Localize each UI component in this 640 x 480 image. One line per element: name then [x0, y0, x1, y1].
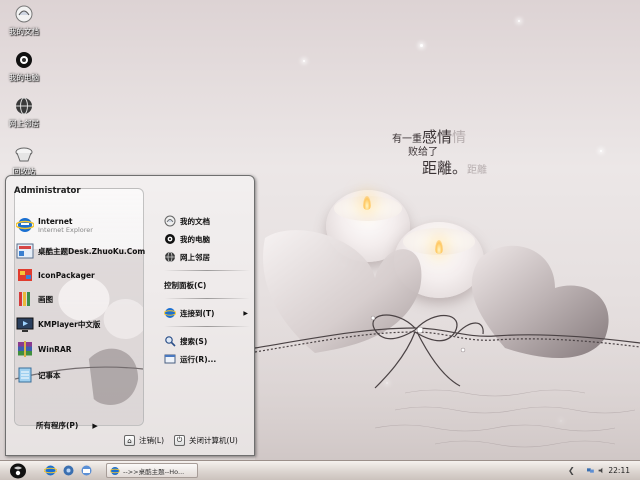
desktop-icon-label: 我的电脑	[9, 73, 39, 82]
place-my-documents[interactable]: 我的文档	[164, 212, 250, 230]
control-panel-item[interactable]: 控制面板(C)	[164, 276, 250, 294]
start-menu-username: Administrator	[14, 186, 81, 196]
poem-text: 感情	[422, 128, 453, 146]
place-label: 我的文档	[180, 216, 210, 226]
start-menu-places-panel: 我的文档 我的电脑 网上邻居 控制面板(C) 连接到(T) ▶ 搜索(S) 运行…	[164, 212, 250, 368]
sparkle	[420, 44, 423, 47]
my-computer-icon	[165, 234, 175, 244]
menu-separator	[164, 298, 250, 299]
desktop-icon-my-computer[interactable]: 我的电脑	[4, 50, 44, 83]
menu-separator	[164, 270, 250, 271]
taskbar-window-button[interactable]: -->>桌酷主题--Ho...	[106, 463, 198, 478]
poem-ghost-text: 情	[452, 130, 467, 146]
logoff-icon: ⌂	[124, 435, 135, 446]
shutdown-button[interactable]: ⏻ 关闭计算机(U)	[174, 435, 238, 446]
desktop-icon-network-places[interactable]: 网上邻居	[4, 96, 44, 129]
connect-to-item[interactable]: 连接到(T) ▶	[164, 304, 250, 322]
notepad-icon	[18, 367, 32, 383]
volume-icon[interactable]	[598, 465, 605, 476]
internet-explorer-icon	[16, 218, 34, 232]
taskbar: -->>桌酷主题--Ho... ❮ 22:11	[0, 460, 640, 480]
taskbar-window-label: -->>桌酷主题--Ho...	[123, 467, 185, 476]
program-label: 画图	[38, 294, 53, 304]
program-zhuoku-theme[interactable]: 桌酷主题Desk.ZhuoKu.Com	[16, 240, 145, 262]
program-winrar[interactable]: WinRAR	[16, 338, 138, 360]
my-documents-icon	[164, 215, 176, 227]
program-notepad[interactable]: 记事本	[16, 364, 138, 386]
my-computer-icon	[16, 52, 32, 68]
my-documents-icon	[15, 5, 33, 23]
candle-flame	[363, 196, 371, 210]
poem-text: 败给了	[408, 146, 438, 158]
zhuoku-theme-icon	[16, 243, 34, 259]
desktop-icon-my-documents[interactable]: 我的文档	[4, 4, 44, 37]
winrar-icon	[18, 341, 32, 357]
menu-separator	[164, 326, 250, 327]
ie-window-icon	[110, 466, 120, 475]
sparkle	[600, 150, 602, 152]
network-places-icon	[165, 251, 175, 263]
paint-icon	[19, 292, 30, 306]
run-item[interactable]: 运行(R)...	[164, 350, 250, 368]
quicklaunch-ie-icon[interactable]	[44, 464, 57, 477]
network-status-icon[interactable]	[586, 465, 594, 476]
place-network-places[interactable]: 网上邻居	[164, 248, 250, 266]
program-sublabel: Internet Explorer	[38, 225, 93, 234]
start-menu: Administrator Internet Internet Explorer …	[5, 175, 255, 456]
sparkle	[518, 20, 520, 22]
kmplayer-icon	[16, 317, 34, 332]
desktop-icon-label: 我的文档	[9, 27, 39, 36]
desktop-icon-label: 网上邻居	[9, 119, 39, 128]
wallpaper-poem: 有一重感情情 败给了 距離。距離	[392, 128, 487, 177]
poem-ghost-text: 距離	[467, 164, 488, 176]
search-icon	[165, 336, 176, 347]
program-label: IconPackager	[38, 270, 95, 280]
place-my-computer[interactable]: 我的电脑	[164, 230, 250, 248]
taskbar-clock[interactable]: 22:11	[608, 466, 630, 475]
logoff-button[interactable]: ⌂ 注销(L)	[124, 435, 164, 446]
poem-text: 距離。	[422, 158, 468, 177]
control-panel-label: 控制面板(C)	[164, 280, 207, 290]
recycle-bin-icon	[15, 147, 33, 162]
search-label: 搜索(S)	[180, 336, 208, 346]
power-icon: ⏻	[174, 435, 185, 446]
connect-to-label: 连接到(T)	[180, 308, 215, 318]
quicklaunch-network-icon[interactable]	[62, 464, 75, 477]
quicklaunch-show-desktop-icon[interactable]	[80, 464, 93, 477]
place-label: 我的电脑	[180, 234, 210, 244]
program-label: 记事本	[38, 370, 61, 380]
desktop-icon-recycle-bin[interactable]: 回收站	[4, 144, 44, 177]
program-label: KMPlayer中文版	[38, 319, 101, 329]
run-label: 运行(R)...	[180, 354, 217, 364]
shutdown-label: 关闭计算机(U)	[189, 436, 238, 445]
run-icon	[164, 354, 176, 364]
poem-text: 有一重	[392, 134, 422, 145]
hearts-illustration	[255, 230, 640, 460]
place-label: 网上邻居	[180, 252, 210, 262]
tray-expand-icon[interactable]: ❮	[568, 466, 575, 475]
sparkle	[303, 60, 305, 62]
program-label: 桌酷主题Desk.ZhuoKu.Com	[38, 246, 146, 256]
internet-globe-icon	[164, 308, 176, 318]
program-paint[interactable]: 画图	[16, 288, 138, 310]
system-tray: ❮ 22:11	[562, 462, 640, 479]
search-item[interactable]: 搜索(S)	[164, 332, 250, 350]
start-button[interactable]	[8, 462, 28, 480]
program-label: Internet	[38, 216, 73, 226]
start-menu-footer: ⌂ 注销(L) ⏻ 关闭计算机(U)	[6, 429, 254, 455]
logoff-label: 注销(L)	[139, 436, 165, 445]
arrow-right-icon: ▶	[243, 309, 248, 317]
program-label: WinRAR	[38, 344, 72, 354]
program-iconpackager[interactable]: IconPackager	[16, 264, 138, 286]
program-kmplayer[interactable]: KMPlayer中文版	[16, 313, 138, 335]
network-places-icon	[16, 97, 32, 115]
program-internet-explorer[interactable]: Internet Internet Explorer	[16, 214, 138, 236]
iconpackager-icon	[18, 269, 32, 281]
